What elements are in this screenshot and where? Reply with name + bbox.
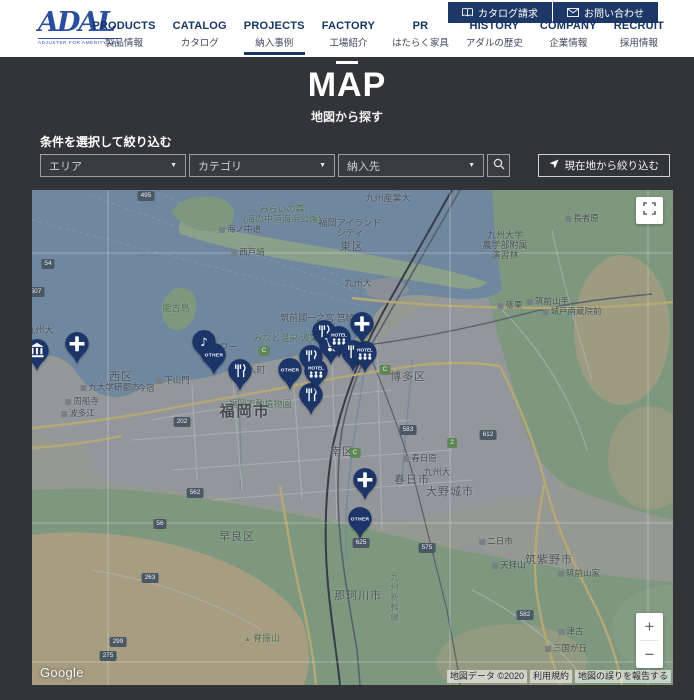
google-logo[interactable]: Google bbox=[40, 665, 84, 680]
nav-item-projects[interactable]: PROJECTS 納入事例 bbox=[244, 20, 305, 55]
filter-select-0[interactable]: エリア ▼ bbox=[40, 154, 186, 177]
nav-item-jp-label: はたらく家具 bbox=[392, 35, 449, 49]
book-icon bbox=[462, 8, 473, 17]
map-pin-building[interactable] bbox=[32, 338, 50, 372]
map-pin-medical[interactable] bbox=[64, 331, 90, 365]
nav-item-en-label: CATALOG bbox=[173, 20, 227, 32]
title-accent-bar bbox=[336, 61, 358, 64]
main-nav: PRODUCTS 製品情報 CATALOG カタログ PROJECTS 納入事例 FACTO… bbox=[92, 20, 664, 55]
nav-item-jp-label: 納入事例 bbox=[244, 35, 305, 49]
filter-section-label: 条件を選択して絞り込む bbox=[40, 133, 172, 150]
map-attribution: 地図データ ©2020 利用規約 地図の誤りを報告する bbox=[447, 670, 671, 683]
other-label-icon: OTHER bbox=[351, 517, 370, 523]
map-pin-medical[interactable] bbox=[349, 311, 375, 345]
catalog-request-label: カタログ請求 bbox=[478, 5, 538, 20]
other-label-icon: OTHER bbox=[281, 368, 300, 374]
map-pin-other[interactable]: OTHER bbox=[347, 506, 373, 540]
page-subtitle: 地図から探す bbox=[0, 108, 694, 125]
nav-item-en-label: PRODUCTS bbox=[92, 20, 155, 32]
nav-item-en-label: COMPANY bbox=[540, 20, 597, 32]
page-title: MAP bbox=[0, 66, 694, 105]
svg-text:HOTEL: HOTEL bbox=[357, 348, 373, 353]
svg-text:HOTEL: HOTEL bbox=[308, 366, 324, 371]
filter-select-1[interactable]: カテゴリ ▼ bbox=[189, 154, 335, 177]
nav-item-jp-label: 工場紹介 bbox=[322, 35, 375, 49]
nav-item-en-label: RECRUIT bbox=[614, 20, 664, 32]
nav-item-jp-label: 企業情報 bbox=[540, 35, 597, 49]
nav-item-jp-label: 採用情報 bbox=[614, 35, 664, 49]
nav-item-factory[interactable]: FACTORY 工場紹介 bbox=[322, 20, 375, 55]
chevron-down-icon: ▼ bbox=[319, 162, 326, 169]
other-label-icon: OTHER bbox=[205, 353, 224, 359]
map-canvas[interactable]: みらいの森 (海の中道海浜公園)海ノ中道西戸崎福岡アイランド シティ九州産業大東… bbox=[32, 190, 673, 685]
chevron-down-icon: ▼ bbox=[468, 162, 475, 169]
filter-select-value: 納入先 bbox=[347, 158, 380, 174]
nav-item-en-label: PROJECTS bbox=[244, 20, 305, 32]
nav-item-jp-label: 製品情報 bbox=[92, 35, 155, 49]
nav-item-catalog[interactable]: CATALOG カタログ bbox=[173, 20, 227, 55]
nav-item-company[interactable]: COMPANY 企業情報 bbox=[540, 20, 597, 55]
terms-link[interactable]: 利用規約 bbox=[530, 670, 572, 683]
zoom-in-button[interactable]: + bbox=[636, 613, 663, 640]
nav-item-en-label: PR bbox=[392, 20, 449, 32]
nav-item-products[interactable]: PRODUCTS 製品情報 bbox=[92, 20, 155, 55]
map-pin-medical[interactable] bbox=[352, 467, 378, 501]
mail-icon bbox=[567, 8, 579, 17]
nav-item-recruit[interactable]: RECRUIT 採用情報 bbox=[614, 20, 664, 55]
filter-select-2[interactable]: 納入先 ▼ bbox=[338, 154, 484, 177]
contact-label: お問い合わせ bbox=[584, 5, 644, 20]
filter-row: エリア ▼ カテゴリ ▼ 納入先 ▼ bbox=[40, 154, 510, 177]
zoom-control: + − bbox=[636, 613, 663, 668]
geolocate-label: 現在地から絞り込む bbox=[565, 158, 660, 173]
map-pin-restaurant[interactable] bbox=[227, 358, 253, 392]
fullscreen-icon bbox=[643, 202, 656, 220]
nav-item-jp-label: アダルの歴史 bbox=[466, 35, 523, 49]
site-header: ADAL ADJUSTER FOR AMENITY LIFE カタログ請求 お問… bbox=[0, 0, 694, 57]
svg-text:HOTEL: HOTEL bbox=[331, 333, 347, 338]
report-map-error-link[interactable]: 地図の誤りを報告する bbox=[575, 670, 671, 683]
chevron-down-icon: ▼ bbox=[170, 162, 177, 169]
nav-item-pr[interactable]: PR はたらく家具 bbox=[392, 20, 449, 55]
map-pin-other[interactable]: OTHER bbox=[201, 342, 227, 376]
search-icon bbox=[493, 158, 505, 173]
filter-select-value: カテゴリ bbox=[198, 158, 242, 174]
search-button[interactable] bbox=[487, 154, 510, 177]
filter-select-value: エリア bbox=[49, 158, 82, 174]
nav-item-en-label: HISTORY bbox=[466, 20, 523, 32]
nav-item-en-label: FACTORY bbox=[322, 20, 375, 32]
map-terrain bbox=[32, 190, 673, 685]
nav-item-jp-label: カタログ bbox=[173, 35, 227, 49]
nav-item-history[interactable]: HISTORY アダルの歴史 bbox=[466, 20, 523, 55]
map-pin-hotel[interactable]: HOTEL bbox=[352, 340, 378, 374]
map-data-copyright: 地図データ ©2020 bbox=[447, 670, 527, 683]
zoom-out-button[interactable]: − bbox=[636, 641, 663, 668]
location-arrow-icon bbox=[549, 159, 559, 172]
geolocate-button[interactable]: 現在地から絞り込む bbox=[538, 154, 671, 177]
fullscreen-button[interactable] bbox=[636, 197, 663, 224]
